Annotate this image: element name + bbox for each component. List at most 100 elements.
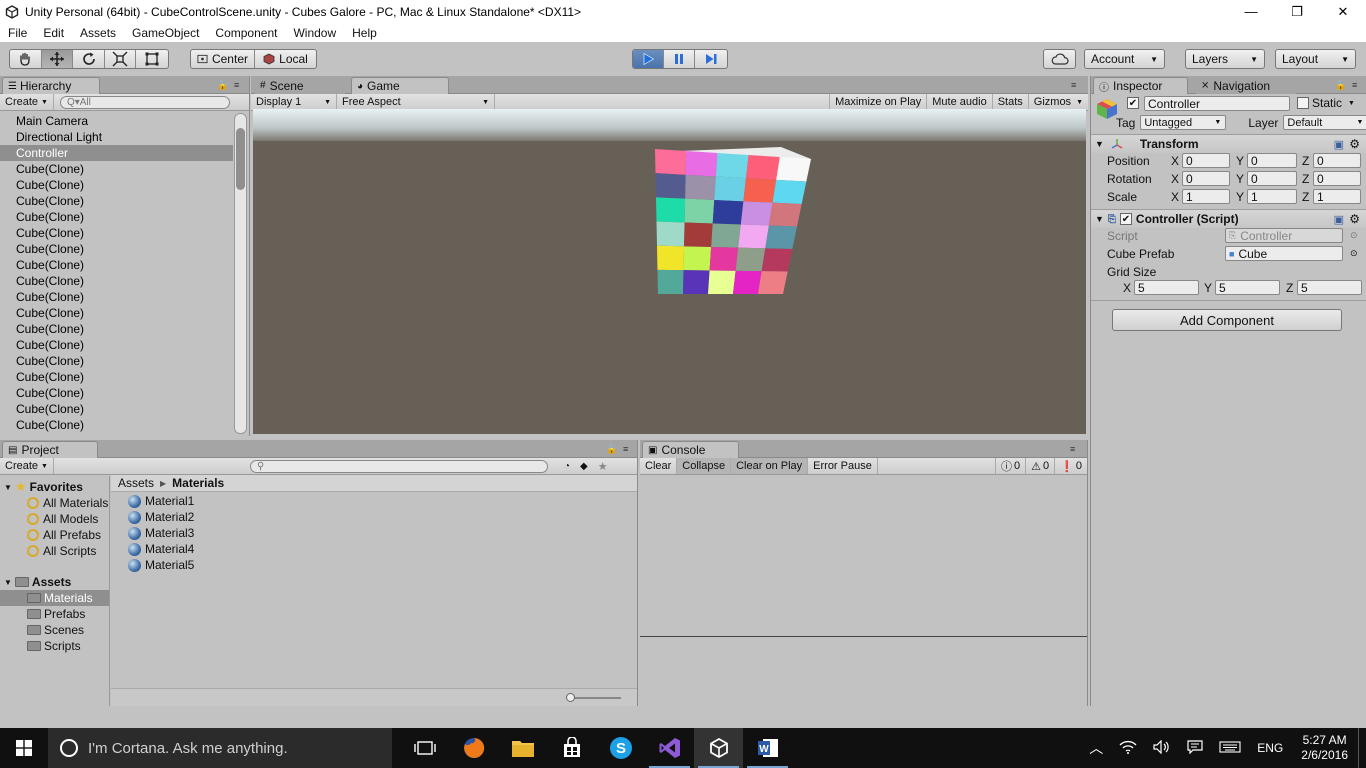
console-collapse-button[interactable]: Collapse [677,458,732,474]
display-dropdown[interactable]: Display 1 ▼ [251,94,337,110]
position-x-input[interactable]: 0 [1182,153,1230,168]
maximize-on-play-button[interactable]: Maximize on Play [829,94,928,110]
material-item[interactable]: Material5 [128,557,194,573]
assets-header[interactable]: ▼ Assets [0,574,109,590]
scale-y-input[interactable]: 1 [1247,189,1297,204]
asset-folder[interactable]: Scenes [0,622,109,638]
mute-audio-button[interactable]: Mute audio [927,94,993,110]
panel-menu-icon[interactable]: ≡ [1070,444,1075,454]
static-checkbox[interactable] [1297,97,1309,109]
hierarchy-item[interactable]: Cube(Clone) [0,209,233,225]
tab-hierarchy[interactable]: ☰ Hierarchy [2,77,100,94]
pivot-center-button[interactable]: Center [191,50,255,68]
active-checkbox[interactable]: ✔ [1127,97,1139,109]
favorites-header[interactable]: ▼ ★ Favorites [0,479,109,495]
hierarchy-item[interactable]: Cube(Clone) [0,273,233,289]
hierarchy-item[interactable]: Cube(Clone) [0,401,233,417]
task-view-button[interactable] [400,728,449,768]
cube-prefab-field[interactable]: ■ Cube [1225,246,1343,261]
step-button[interactable] [695,50,726,68]
scale-z-input[interactable]: 1 [1313,189,1361,204]
hierarchy-item[interactable]: Cube(Clone) [0,257,233,273]
object-picker-icon[interactable]: ⊙ [1350,248,1358,259]
show-hidden-icons-chevron-icon[interactable]: ︿ [1081,738,1111,758]
favorite-star-icon[interactable]: ★ [598,460,608,473]
pause-button[interactable] [664,50,695,68]
lock-icon[interactable]: 🔒 [217,80,228,91]
hierarchy-search-input[interactable]: Q▾All [59,95,230,109]
clock[interactable]: 5:27 AM 2/6/2016 [1291,733,1358,763]
pivot-local-button[interactable]: Local [255,50,316,68]
lock-icon[interactable]: 🔒 [1335,80,1346,91]
console-clear-button[interactable]: Clear [640,458,678,474]
menu-window[interactable]: Window [285,26,344,40]
hierarchy-item[interactable]: Cube(Clone) [0,353,233,369]
play-button[interactable] [633,50,664,68]
grid-y-input[interactable]: 5 [1215,280,1280,295]
hierarchy-item[interactable]: Cube(Clone) [0,225,233,241]
tab-project[interactable]: ▤ Project [2,441,98,458]
scrollbar-thumb[interactable] [236,128,245,190]
start-button[interactable] [0,728,48,768]
panel-menu-icon[interactable]: ≡ [1071,80,1076,90]
hierarchy-scrollbar[interactable] [234,113,247,434]
menu-edit[interactable]: Edit [35,26,72,40]
hierarchy-item[interactable]: Directional Light [0,129,233,145]
asset-folder[interactable]: Scripts [0,638,109,654]
lock-icon[interactable]: 🔒 [606,444,617,455]
favorite-item[interactable]: All Scripts [0,543,109,559]
hierarchy-item[interactable]: Cube(Clone) [0,385,233,401]
restore-button[interactable]: ❐ [1274,0,1320,23]
project-search-input[interactable]: ⚲ [249,459,548,473]
layer-dropdown[interactable]: Default ▼ [1283,115,1366,130]
console-splitter[interactable] [640,636,1087,637]
rotation-x-input[interactable]: 0 [1182,171,1230,186]
console-error-pause-button[interactable]: Error Pause [808,458,878,474]
keyboard-icon[interactable] [1211,740,1249,756]
filter-by-label-icon[interactable]: ◆ [580,461,588,472]
help-book-icon[interactable]: ▣ [1334,138,1344,151]
tab-scene[interactable]: # Scene [255,77,345,94]
rect-tool-button[interactable] [136,50,168,68]
hierarchy-item[interactable]: Cube(Clone) [0,241,233,257]
console-info-toggle[interactable]: ⓘ 0 [995,458,1027,474]
hierarchy-item[interactable]: Cube(Clone) [0,337,233,353]
tab-game[interactable]: ◕ Game [351,77,449,94]
menu-file[interactable]: File [0,26,35,40]
gear-icon[interactable]: ⚙ [1349,137,1360,151]
position-y-input[interactable]: 0 [1247,153,1297,168]
help-book-icon[interactable]: ▣ [1334,213,1344,226]
aspect-dropdown[interactable]: Free Aspect ▼ [337,94,495,110]
hierarchy-item[interactable]: Cube(Clone) [0,417,233,433]
game-viewport[interactable] [253,109,1086,434]
rotation-z-input[interactable]: 0 [1313,171,1361,186]
rotation-y-input[interactable]: 0 [1247,171,1297,186]
scale-x-input[interactable]: 1 [1182,189,1230,204]
language-indicator[interactable]: ENG [1249,741,1291,755]
gear-icon[interactable]: ⚙ [1349,212,1360,226]
taskbar-firefox[interactable] [449,728,498,768]
add-component-button[interactable]: Add Component [1112,309,1342,331]
hierarchy-create-button[interactable]: Create ▼ [0,94,54,110]
volume-icon[interactable] [1145,739,1179,757]
panel-menu-icon[interactable]: ≡ [234,80,239,90]
tag-dropdown[interactable]: Untagged ▼ [1140,115,1227,130]
taskbar-skype[interactable]: S [596,728,645,768]
taskbar-store[interactable] [547,728,596,768]
panel-menu-icon[interactable]: ≡ [623,444,628,454]
layout-dropdown[interactable]: Layout ▼ [1275,49,1356,69]
position-z-input[interactable]: 0 [1313,153,1361,168]
panel-menu-icon[interactable]: ≡ [1352,80,1357,90]
transform-header[interactable]: ▼ Transform ▣ ⚙ [1091,134,1366,153]
hierarchy-item[interactable]: Cube(Clone) [0,161,233,177]
console-clear-on-play-button[interactable]: Clear on Play [731,458,809,474]
console-log-area[interactable] [640,475,1087,706]
tab-navigation[interactable]: ⨯ Navigation [1196,77,1296,94]
project-create-button[interactable]: Create ▼ [0,458,54,474]
menu-gameobject[interactable]: GameObject [124,26,207,40]
breadcrumb-root[interactable]: Assets [118,476,154,490]
zoom-slider-thumb[interactable] [566,693,575,702]
script-enabled-checkbox[interactable]: ✔ [1119,213,1132,225]
cortana-search-box[interactable]: I'm Cortana. Ask me anything. [48,728,392,768]
favorite-item[interactable]: All Models [0,511,109,527]
